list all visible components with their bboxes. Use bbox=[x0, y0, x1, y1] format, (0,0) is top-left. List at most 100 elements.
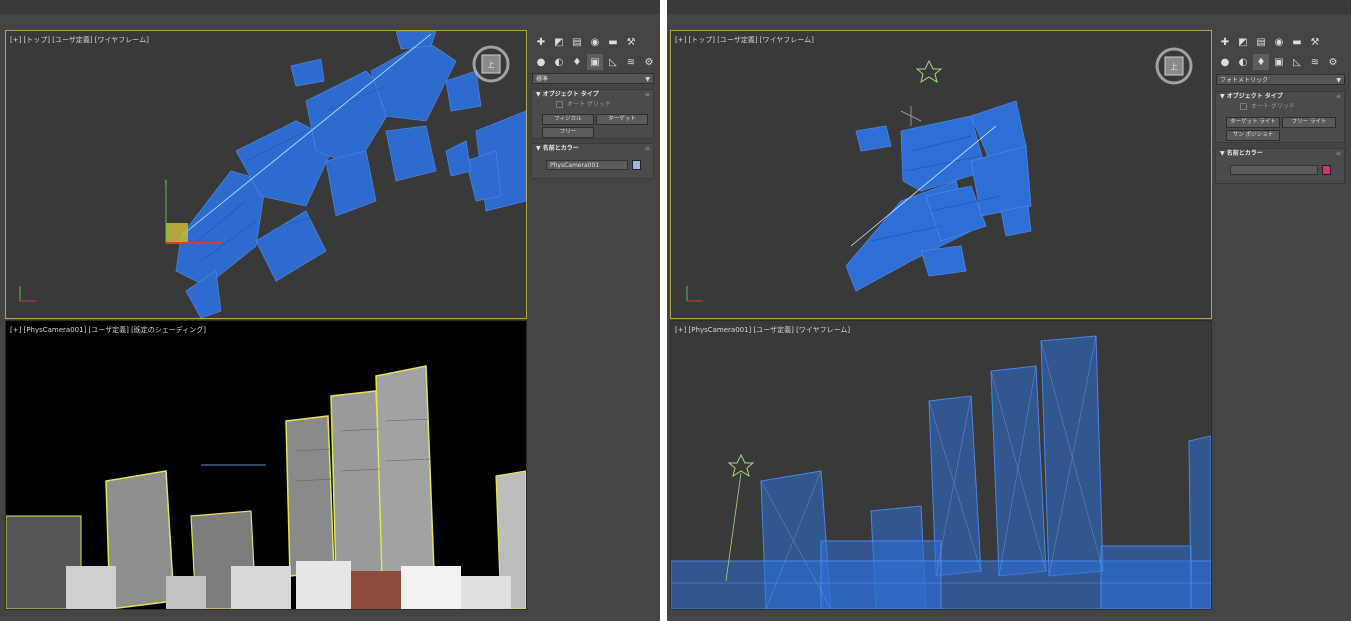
viewport-label[interactable]: [+] [トップ] [ユーザ定義] [ワイヤフレーム] bbox=[10, 35, 149, 45]
name-color-rollout: ▼ 名前とカラー ≡ PhysCamera001 bbox=[531, 143, 654, 179]
object-color-swatch[interactable] bbox=[632, 160, 641, 170]
display-icon[interactable]: ▬ bbox=[1289, 34, 1305, 50]
svg-text:y: y bbox=[164, 178, 168, 185]
viewcube[interactable]: 上 bbox=[1153, 45, 1195, 87]
physical-camera-button[interactable]: フィジカル bbox=[542, 114, 594, 125]
pin-icon: ≡ bbox=[644, 145, 650, 152]
pin-icon: ≡ bbox=[1335, 150, 1341, 157]
name-color-header[interactable]: ▼ 名前とカラー ≡ bbox=[1216, 149, 1344, 159]
viewcube-face-label: 上 bbox=[488, 60, 495, 69]
building-footprint bbox=[290, 58, 325, 87]
object-type-header[interactable]: ▼ オブジェクト タイプ ≡ bbox=[532, 90, 653, 100]
geometry-icon[interactable]: ● bbox=[1217, 54, 1233, 70]
motion-icon[interactable]: ◉ bbox=[1271, 34, 1287, 50]
cameras-icon[interactable]: ▣ bbox=[1271, 54, 1287, 70]
building-footprint bbox=[385, 125, 437, 182]
create-category-tabs: ● ◐ ♦ ▣ ◺ ≋ ⚙ bbox=[529, 54, 657, 70]
free-camera-button[interactable]: フリー bbox=[542, 127, 594, 138]
target-camera-button[interactable]: ターゲット bbox=[596, 114, 648, 125]
building-footprint bbox=[325, 150, 377, 217]
tower bbox=[330, 390, 385, 577]
pin-icon: ≡ bbox=[1335, 93, 1341, 100]
category-dropdown[interactable]: フォトメトリック ▼ bbox=[1216, 74, 1345, 85]
tower bbox=[105, 470, 175, 609]
command-panel-tabs: ✚ ◩ ▤ ◉ ▬ ⚒ bbox=[529, 34, 639, 50]
building-footprint bbox=[255, 210, 327, 282]
building-footprint bbox=[370, 40, 457, 122]
title-bar bbox=[0, 0, 660, 15]
modify-icon[interactable]: ◩ bbox=[551, 34, 567, 50]
viewcube[interactable]: 上 bbox=[470, 43, 512, 85]
viewport-label[interactable]: [+] [トップ] [ユーザ定義] [ワイヤフレーム] bbox=[675, 35, 814, 45]
top-viewport[interactable]: [+] [トップ] [ユーザ定義] [ワイヤフレーム] bbox=[5, 30, 527, 319]
lights-icon[interactable]: ♦ bbox=[569, 54, 585, 70]
hierarchy-icon[interactable]: ▤ bbox=[1253, 34, 1269, 50]
right-3dsmax-window: [+] [トップ] [ユーザ定義] [ワイヤフレーム] 上 [+] [PhysC… bbox=[667, 0, 1351, 621]
camera-view-scene bbox=[671, 335, 1211, 609]
camera-view-scene bbox=[6, 365, 526, 609]
utilities-icon[interactable]: ⚒ bbox=[623, 34, 639, 50]
title-bar bbox=[667, 0, 1351, 15]
building-footprint bbox=[855, 125, 892, 152]
motion-icon[interactable]: ◉ bbox=[587, 34, 603, 50]
hierarchy-icon[interactable]: ▤ bbox=[569, 34, 585, 50]
helpers-icon[interactable]: ◺ bbox=[605, 54, 621, 70]
category-dropdown[interactable]: 標準 ▼ bbox=[532, 73, 654, 84]
top-viewport[interactable]: [+] [トップ] [ユーザ定義] [ワイヤフレーム] bbox=[670, 30, 1212, 319]
systems-icon[interactable]: ⚙ bbox=[641, 54, 657, 70]
pin-icon: ≡ bbox=[644, 91, 650, 98]
category-dropdown-value: 標準 bbox=[536, 76, 549, 83]
top-view-scene: y bbox=[19, 31, 526, 318]
utilities-icon[interactable]: ⚒ bbox=[1307, 34, 1323, 50]
helpers-icon[interactable]: ◺ bbox=[1289, 54, 1305, 70]
spacewarps-icon[interactable]: ≋ bbox=[1307, 54, 1323, 70]
geometry-icon[interactable]: ● bbox=[533, 54, 549, 70]
command-panel-tabs: ✚ ◩ ▤ ◉ ▬ ⚒ bbox=[1213, 34, 1323, 50]
object-name-field[interactable] bbox=[1230, 165, 1318, 175]
sun-light-gizmo bbox=[915, 59, 943, 84]
object-type-rollout: ▼ オブジェクト タイプ ≡ オート グリッド フィジカル ターゲット フリー bbox=[531, 89, 654, 139]
shapes-icon[interactable]: ◐ bbox=[551, 54, 567, 70]
display-icon[interactable]: ▬ bbox=[605, 34, 621, 50]
chevron-down-icon: ▼ bbox=[1336, 77, 1341, 84]
target-light-button[interactable]: ターゲット ライト bbox=[1226, 117, 1280, 128]
left-3dsmax-window: [+] [トップ] [ユーザ定義] [ワイヤフレーム] y 上 [+] [Phy… bbox=[0, 0, 660, 621]
spacewarps-icon[interactable]: ≋ bbox=[623, 54, 639, 70]
create-icon[interactable]: ✚ bbox=[533, 34, 549, 50]
building-footprint bbox=[175, 170, 267, 287]
modify-icon[interactable]: ◩ bbox=[1235, 34, 1251, 50]
camera-gizmo bbox=[166, 223, 188, 243]
tower bbox=[375, 365, 435, 577]
create-icon[interactable]: ✚ bbox=[1217, 34, 1233, 50]
category-dropdown-value: フォトメトリック bbox=[1220, 77, 1269, 84]
building-footprint bbox=[1000, 205, 1032, 237]
autogrid-checkbox[interactable]: オート グリッド bbox=[532, 100, 653, 110]
camera-viewport[interactable]: [+] [PhysCamera001] [ユーザ定義] [既定のシェーディング] bbox=[5, 320, 527, 610]
command-panel: ✚ ◩ ▤ ◉ ▬ ⚒ ● ◐ ♦ ▣ ◺ ≋ ⚙ 標準 ▼ ▼ オブジェクト … bbox=[529, 30, 660, 621]
shapes-icon[interactable]: ◐ bbox=[1235, 54, 1251, 70]
free-light-button[interactable]: フリー ライト bbox=[1282, 117, 1336, 128]
sun-light-gizmo bbox=[727, 453, 755, 478]
viewport-label[interactable]: [+] [PhysCamera001] [ユーザ定義] [ワイヤフレーム] bbox=[675, 325, 850, 335]
viewport-label[interactable]: [+] [PhysCamera001] [ユーザ定義] [既定のシェーディング] bbox=[10, 325, 206, 335]
menu-bar bbox=[0, 14, 660, 28]
object-color-swatch[interactable] bbox=[1322, 165, 1331, 175]
cameras-icon[interactable]: ▣ bbox=[587, 54, 603, 70]
create-category-tabs: ● ◐ ♦ ▣ ◺ ≋ ⚙ bbox=[1213, 54, 1341, 70]
sun-positioner-button[interactable]: サン ポジショナ bbox=[1226, 130, 1280, 141]
object-type-rollout: ▼ オブジェクト タイプ ≡ オート グリッド ターゲット ライト フリー ライト… bbox=[1215, 91, 1345, 143]
object-name-field[interactable]: PhysCamera001 bbox=[546, 160, 628, 170]
lights-icon[interactable]: ♦ bbox=[1253, 54, 1269, 70]
tower bbox=[285, 415, 335, 577]
building-footprint bbox=[445, 140, 472, 177]
top-view-scene bbox=[686, 59, 1032, 302]
autogrid-checkbox[interactable]: オート グリッド bbox=[1216, 102, 1344, 112]
camera-viewport[interactable]: [+] [PhysCamera001] [ユーザ定義] [ワイヤフレーム] bbox=[670, 320, 1212, 610]
building-footprint bbox=[920, 245, 967, 277]
building-footprint bbox=[465, 150, 502, 202]
command-panel: ✚ ◩ ▤ ◉ ▬ ⚒ ● ◐ ♦ ▣ ◺ ≋ ⚙ フォトメトリック ▼ ▼ オ… bbox=[1213, 30, 1351, 621]
systems-icon[interactable]: ⚙ bbox=[1325, 54, 1341, 70]
object-type-header[interactable]: ▼ オブジェクト タイプ ≡ bbox=[1216, 92, 1344, 102]
name-color-header[interactable]: ▼ 名前とカラー ≡ bbox=[532, 144, 653, 154]
menu-bar bbox=[667, 14, 1351, 28]
